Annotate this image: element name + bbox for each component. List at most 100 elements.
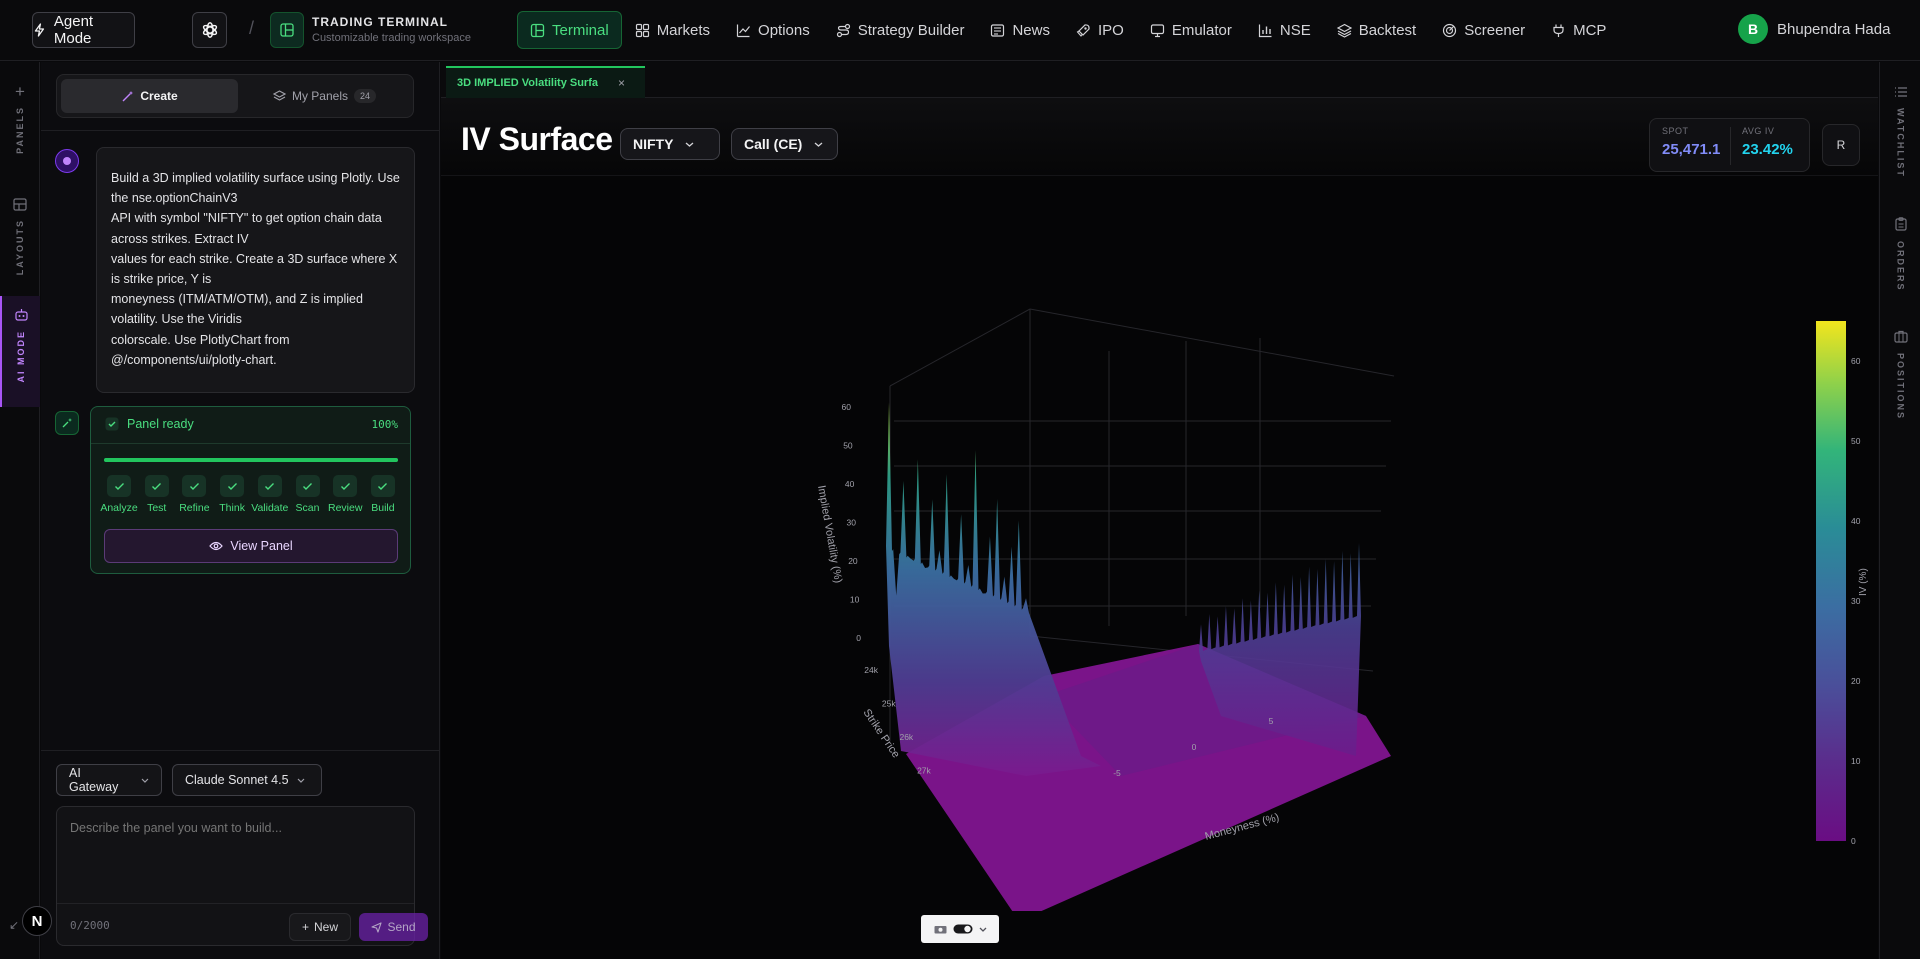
divider: [41, 750, 440, 751]
openai-logo-icon: [202, 22, 217, 38]
new-chat-button[interactable]: + New: [289, 913, 351, 941]
divider: [91, 443, 410, 444]
panel-tab-label: 3D IMPLIED Volatility Surfa: [457, 77, 598, 89]
nav-mcp[interactable]: MCP: [1538, 11, 1619, 49]
nav-options[interactable]: Options: [723, 11, 823, 49]
composer: 0/2000 + New Send: [56, 806, 428, 946]
user-menu[interactable]: B Bhupendra Hada: [1738, 14, 1890, 44]
collapse-arrow-icon[interactable]: ↙: [9, 918, 19, 932]
iv-surface-plot[interactable]: 0 10 20 30 40 50 60 24k 25k 26k 27k -5 0 5 Implied …: [441, 176, 1878, 959]
panel-tab[interactable]: 3D IMPLIED Volatility Surfa ×: [446, 66, 645, 98]
step-refine: Refine: [177, 475, 211, 514]
chevron-down-icon: [686, 142, 694, 147]
rail-watchlist[interactable]: WATCHLIST: [1880, 86, 1920, 178]
check-icon: [220, 475, 245, 497]
char-counter: 0/2000: [70, 919, 110, 932]
step-analyze: Analyze: [100, 475, 138, 514]
x-tick: 27k: [917, 766, 931, 776]
agent-mode-button[interactable]: Agent Mode: [32, 12, 135, 48]
send-icon: [371, 921, 383, 933]
nav-news[interactable]: News: [977, 11, 1063, 49]
sparkle-icon: [55, 411, 79, 435]
prompt-line: values for each strike. Create a 3D surf…: [111, 251, 398, 287]
grid-icon: [635, 23, 649, 37]
y-tick: -5: [1113, 768, 1121, 778]
nav-label: Emulator: [1171, 21, 1232, 39]
rail-positions-label: POSITIONS: [1895, 353, 1906, 421]
rail-panels[interactable]: + PANELS: [0, 83, 40, 154]
y-tick: 5: [1269, 716, 1274, 726]
nav-label: IPO: [1097, 21, 1124, 39]
stats-card: SPOT 25,471.1 AVG IV 23.42%: [1649, 118, 1810, 172]
step-label: Scan: [295, 502, 320, 514]
step-review: Review: [328, 475, 362, 514]
nav-nse[interactable]: NSE: [1245, 11, 1324, 49]
nav-markets[interactable]: Markets: [622, 11, 723, 49]
z-tick: 10: [850, 595, 860, 605]
close-icon[interactable]: ×: [618, 76, 625, 90]
nav-label: Backtest: [1358, 21, 1417, 39]
step-label: Test: [147, 502, 167, 514]
app-logo-button[interactable]: [192, 12, 227, 48]
chevron-down-icon: [141, 778, 149, 783]
avg-iv-label: AVG IV: [1742, 126, 1775, 136]
option-type-select[interactable]: Call (CE): [731, 128, 838, 160]
symbol-select[interactable]: NIFTY: [620, 128, 720, 160]
list-icon: [1894, 87, 1907, 97]
breadcrumb-separator: /: [249, 18, 255, 38]
nav-screener[interactable]: Screener: [1429, 11, 1538, 49]
colorbar-tick: 10: [1851, 756, 1861, 766]
rail-layouts-label: LAYOUTS: [15, 219, 25, 276]
left-rail: + PANELS LAYOUTS AI MODE: [0, 62, 40, 959]
plot-svg: 0 10 20 30 40 50 60 24k 25k 26k 27k -5 0 5 Implied …: [815, 308, 1869, 921]
toggle-icon: [953, 924, 972, 934]
nav-label: Markets: [656, 21, 711, 39]
gateway-select[interactable]: AI Gateway: [56, 764, 162, 796]
rail-ai-mode-label: AI MODE: [16, 330, 26, 383]
nav-label: News: [1012, 21, 1050, 39]
option-type-value: Call (CE): [744, 136, 803, 152]
user-avatar-dot: [55, 149, 79, 173]
nav-backtest[interactable]: Backtest: [1324, 11, 1430, 49]
nav-terminal[interactable]: Terminal: [517, 11, 622, 49]
monitor-icon: [1150, 23, 1164, 37]
z-axis-title: Implied Volatility (%): [815, 484, 844, 584]
camera-icon: [934, 926, 946, 934]
refresh-button[interactable]: R: [1822, 124, 1860, 166]
ai-chat-panel: Create My Panels 24 Build a 3D implied v…: [41, 62, 440, 959]
z-axis-ticks: 0 10 20 30 40 50 60: [842, 402, 862, 643]
z-tick: 0: [856, 633, 861, 643]
view-panel-button[interactable]: View Panel: [104, 529, 398, 563]
send-button[interactable]: Send: [359, 913, 428, 941]
nav-strategy-builder[interactable]: Strategy Builder: [823, 11, 978, 49]
nav-label: NSE: [1279, 21, 1311, 39]
nav-ipo[interactable]: IPO: [1063, 11, 1137, 49]
nav-emulator[interactable]: Emulator: [1137, 11, 1245, 49]
bar-chart-icon: [1258, 24, 1272, 37]
colorbar-title: IV (%): [1858, 568, 1869, 596]
bot-icon: [14, 309, 28, 321]
briefcase-icon: [1893, 330, 1908, 343]
model-value: Claude Sonnet 4.5: [185, 773, 289, 787]
status-row: Panel ready 100%: [105, 417, 398, 431]
prompt-input[interactable]: [70, 821, 400, 835]
eye-icon: [209, 541, 224, 551]
avg-iv-value: 23.42%: [1742, 141, 1793, 158]
user-name: Bhupendra Hada: [1777, 20, 1891, 38]
check-icon: [295, 475, 320, 497]
rail-ai-mode[interactable]: AI MODE: [0, 296, 40, 407]
rail-layouts[interactable]: LAYOUTS: [0, 198, 40, 275]
check-icon: [144, 475, 169, 497]
z-tick: 50: [843, 441, 853, 451]
tab-my-panels[interactable]: My Panels 24: [238, 79, 411, 113]
step-label: Refine: [179, 502, 210, 514]
model-select[interactable]: Claude Sonnet 4.5: [172, 764, 322, 796]
step-scan: Scan: [291, 475, 325, 514]
n-logo-badge[interactable]: N: [22, 906, 52, 936]
spot-value: 25,471.1: [1662, 141, 1721, 158]
rail-orders[interactable]: ORDERS: [1880, 217, 1920, 292]
plot-toolbar[interactable]: [921, 915, 999, 943]
rail-positions[interactable]: POSITIONS: [1880, 330, 1920, 420]
tab-create[interactable]: Create: [61, 79, 238, 113]
prompt-line: moneyness (ITM/ATM/OTM), and Z is implie…: [111, 292, 363, 327]
